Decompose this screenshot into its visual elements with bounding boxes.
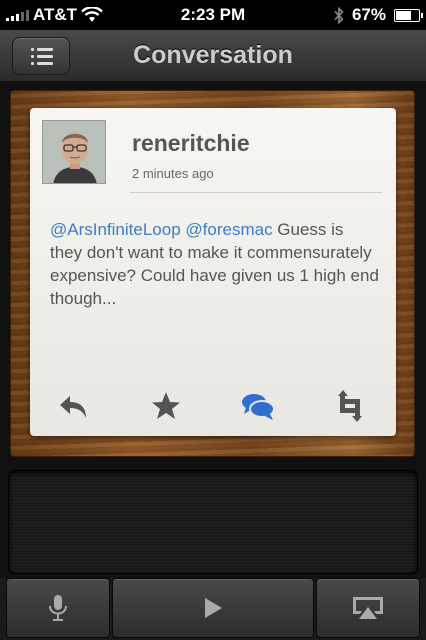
bottom-toolbar: [0, 578, 426, 640]
page-title: Conversation: [133, 41, 293, 69]
bluetooth-icon: [334, 6, 344, 24]
divider: [130, 192, 382, 193]
airplay-button[interactable]: [316, 578, 420, 638]
media-panel: [8, 470, 418, 574]
conversation-icon[interactable]: [240, 388, 276, 424]
tweet-username[interactable]: reneritchie: [132, 130, 250, 157]
battery-icon: [394, 8, 423, 22]
play-button[interactable]: [112, 578, 314, 638]
navigation-bar: Conversation: [0, 30, 426, 82]
retweet-icon[interactable]: [332, 388, 368, 424]
tweet-text: @ArsInfiniteLoop @foresmac Guess is they…: [50, 218, 380, 310]
status-bar: AT&T 2:23 PM 67%: [0, 0, 426, 30]
favorite-star-icon[interactable]: [148, 388, 184, 424]
microphone-icon: [49, 595, 67, 621]
tweet-actions: [30, 388, 396, 424]
battery-level: [396, 10, 411, 20]
reply-icon[interactable]: [56, 388, 92, 424]
avatar[interactable]: [42, 120, 106, 184]
mention-link[interactable]: @ArsInfiniteLoop: [50, 220, 181, 239]
play-icon: [205, 598, 222, 618]
tweet-card: reneritchie 2 minutes ago @ArsInfiniteLo…: [30, 108, 396, 436]
status-right: 67%: [334, 5, 423, 25]
battery-percent: 67%: [351, 5, 386, 24]
tweet-timestamp: 2 minutes ago: [132, 166, 214, 181]
voice-button[interactable]: [6, 578, 110, 638]
airplay-icon: [353, 597, 383, 619]
mention-link[interactable]: @foresmac: [185, 220, 272, 239]
